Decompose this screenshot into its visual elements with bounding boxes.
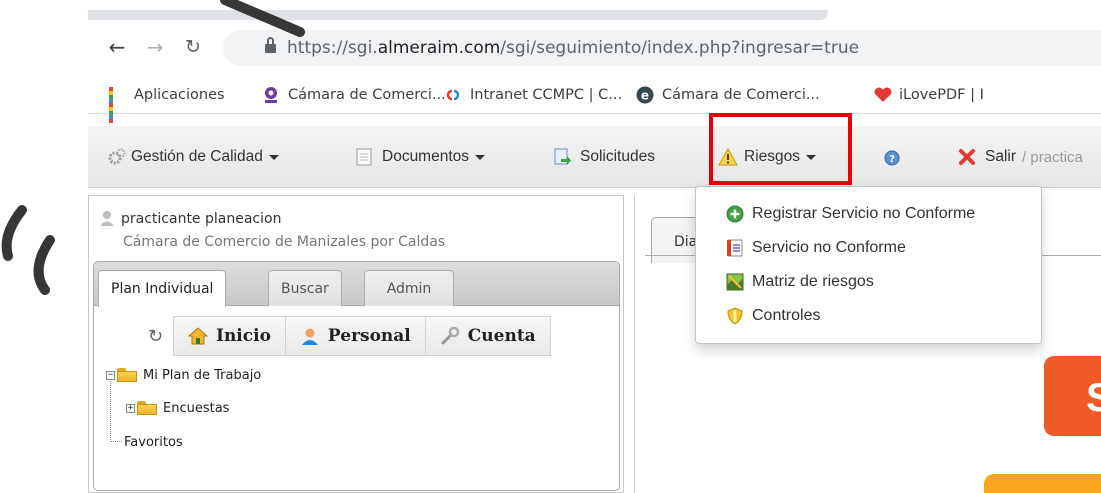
apps-grid-icon <box>108 86 126 123</box>
riesgos-dropdown: Registrar Servicio no Conforme Servicio … <box>695 186 1042 344</box>
expand-icon[interactable]: + <box>126 403 135 413</box>
url-text: https://sgi.almeraim.com/sgi/seguimiento… <box>287 38 860 58</box>
request-icon <box>553 148 571 166</box>
user-icon <box>99 210 115 226</box>
path-text: / practica <box>1022 148 1083 166</box>
personal-label: Personal <box>327 326 411 346</box>
menu-label: Salir <box>985 148 1017 165</box>
caret-down-icon <box>268 154 279 160</box>
cuenta-label: Cuenta <box>467 326 536 346</box>
tab-admin[interactable]: Admin <box>364 270 454 306</box>
cuenta-button[interactable]: Cuenta <box>424 316 551 356</box>
menu-label: Solicitudes <box>580 148 655 165</box>
menu-label: Gestión de Calidad <box>131 148 263 165</box>
menu-solicitudes[interactable]: Solicitudes <box>553 146 655 168</box>
caret-down-icon <box>475 154 486 160</box>
menu-salir[interactable]: Salir / practica <box>958 146 1083 168</box>
bookmark-camara-2[interactable]: e Cámara de Comerci... <box>636 84 820 106</box>
bookmark-aplicaciones[interactable]: Aplicaciones <box>108 84 225 123</box>
tree-node-favoritos[interactable]: Favoritos <box>124 433 183 451</box>
notebook-icon <box>726 239 744 257</box>
menu-item-label: Servicio no Conforme <box>752 239 906 256</box>
folder-icon <box>137 401 159 415</box>
arrow-left-icon[interactable]: ← <box>104 34 130 60</box>
refresh-icon[interactable]: ↻ <box>148 326 170 347</box>
menu-item-controles[interactable]: Controles <box>696 299 1041 333</box>
left-tabs-bar: Plan Individual Buscar Admin <box>94 262 619 307</box>
browser-address-bar: ← → ↻ https://sgi.almeraim.com/sgi/segui… <box>88 26 1101 70</box>
person-icon <box>300 327 320 345</box>
shield-icon <box>726 307 744 325</box>
orange-banner: S <box>1044 356 1101 436</box>
tab-buscar[interactable]: Buscar <box>268 270 342 306</box>
tree-node-label: Encuestas <box>163 400 230 416</box>
menu-item-label: Registrar Servicio no Conforme <box>752 205 976 222</box>
menu-item-label: Matriz de riesgos <box>752 273 874 290</box>
help-icon: ? <box>883 148 901 166</box>
url-input[interactable]: https://sgi.almeraim.com/sgi/seguimiento… <box>223 30 1101 66</box>
bookmark-label: Aplicaciones <box>134 87 225 103</box>
reload-icon[interactable]: ↻ <box>180 34 206 60</box>
wrench-icon <box>440 326 460 345</box>
bookmarks-bar: Aplicaciones Cámara de Comerci... Intran… <box>88 76 1101 123</box>
orange-banner-letter: S <box>1086 376 1101 420</box>
lock-icon <box>265 37 276 53</box>
browser-tabstrip <box>88 0 828 22</box>
add-circle-icon <box>726 205 744 223</box>
personal-button[interactable]: Personal <box>284 316 426 356</box>
bookmark-ilovepdf[interactable]: iLovePDF | I <box>873 84 984 106</box>
folder-open-icon <box>117 368 139 382</box>
svg-text:e: e <box>641 89 649 103</box>
help-button[interactable]: ? <box>883 146 906 168</box>
menu-item-servicio-no-conforme[interactable]: Servicio no Conforme <box>696 231 1041 265</box>
document-icon <box>355 148 373 166</box>
bookmark-label: Cámara de Comerci... <box>288 87 446 103</box>
chamber-logo-icon <box>262 86 280 104</box>
bookmark-label: Intranet CCMPC | C... <box>470 87 623 103</box>
left-button-row: ↻ Inicio Personal Cuenta <box>148 316 551 356</box>
menu-item-label: Controles <box>752 307 821 324</box>
bookmark-label: iLovePDF | I <box>899 87 984 103</box>
page-margin <box>0 0 88 493</box>
intranet-logo-icon <box>444 86 462 104</box>
arrow-right-icon[interactable]: → <box>142 34 168 60</box>
menu-item-registrar-servicio[interactable]: Registrar Servicio no Conforme <box>696 197 1041 231</box>
heart-icon <box>873 86 892 104</box>
user-name: practicante planeacion <box>99 210 281 227</box>
bookmark-label: Cámara de Comerci... <box>662 87 820 103</box>
left-panel: practicante planeacion Cámara de Comerci… <box>88 195 624 493</box>
tree-node-label: Favoritos <box>124 434 183 450</box>
tree-node-label: Mi Plan de Trabajo <box>143 367 262 383</box>
menu-gestion-calidad[interactable]: Gestión de Calidad <box>108 146 279 168</box>
bookmark-camara-1[interactable]: Cámara de Comerci... <box>262 84 446 106</box>
svg-text:?: ? <box>889 154 895 165</box>
bookmark-intranet[interactable]: Intranet CCMPC | C... <box>444 84 622 106</box>
tab-plan-individual[interactable]: Plan Individual <box>98 270 227 307</box>
home-icon <box>187 327 209 345</box>
orange-banner-secondary <box>984 474 1101 493</box>
app-toolbar: Gestión de Calidad Documentos Solicitude… <box>88 126 1101 188</box>
user-name-text: practicante planeacion <box>121 211 282 227</box>
left-tabs-container: Plan Individual Buscar Admin ↻ Inicio Pe… <box>93 261 620 491</box>
highlight-box <box>709 113 852 185</box>
tree-node-encuestas[interactable]: + Encuestas <box>126 399 229 417</box>
map-icon <box>726 273 744 291</box>
menu-label: Documentos <box>382 148 470 165</box>
menu-documentos[interactable]: Documentos <box>355 146 486 168</box>
tree-node-mi-plan[interactable]: − Mi Plan de Trabajo <box>106 366 261 384</box>
inicio-label: Inicio <box>216 326 271 346</box>
gears-icon <box>108 148 126 166</box>
organization-name: Cámara de Comercio de Manizales por Cald… <box>123 234 446 250</box>
collapse-icon[interactable]: − <box>106 370 115 380</box>
inicio-button[interactable]: Inicio <box>173 316 286 356</box>
menu-item-matriz-riesgos[interactable]: Matriz de riesgos <box>696 265 1041 299</box>
close-icon <box>958 148 976 166</box>
e-logo-icon: e <box>636 86 654 104</box>
